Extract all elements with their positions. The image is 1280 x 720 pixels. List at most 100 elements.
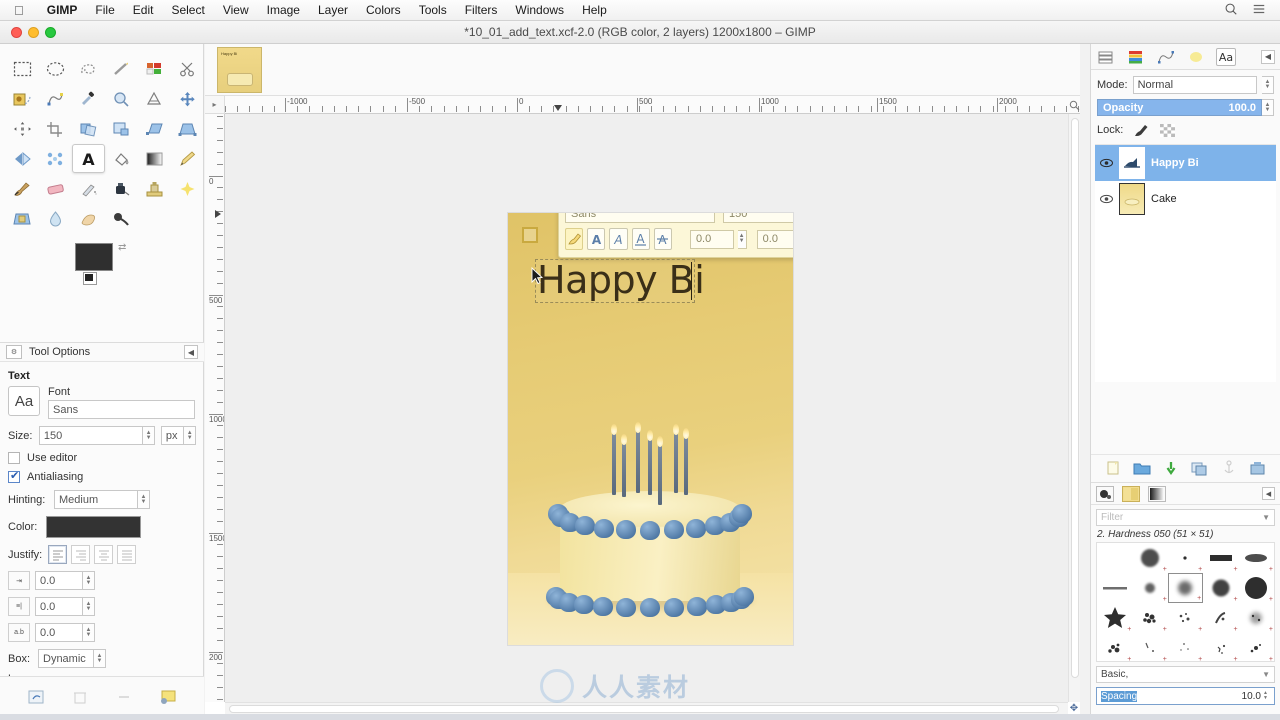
layer-name[interactable]: Cake [1151,193,1177,205]
gradient-tool[interactable] [138,144,171,173]
dodge-burn-tool[interactable] [105,204,138,233]
opacity-stepper[interactable]: ▲ ▼ [1262,99,1274,116]
chevron-down-icon[interactable]: ▼ [1262,670,1270,679]
spacing-stepper[interactable]: ▲ ▼ [1261,691,1270,701]
font-input[interactable]: Sans [48,400,195,419]
zoom-tool[interactable] [105,84,138,113]
heal-tool[interactable] [171,174,204,203]
restore-image-button[interactable] [27,688,45,706]
clone-tool[interactable] [138,174,171,203]
size-unit-select[interactable]: px [160,426,185,445]
use-editor-checkbox[interactable] [8,452,20,464]
patterns-tab[interactable] [1122,485,1140,502]
filter-funnel-icon[interactable]: ▼ [1262,513,1270,522]
lock-alpha-icon[interactable] [1159,123,1175,137]
foreground-color-swatch[interactable] [75,243,113,271]
shear-tool[interactable] [138,114,171,143]
text-editor-tab[interactable]: Aa [1216,47,1236,66]
hinting-select[interactable]: Medium [54,490,138,509]
brush-cell[interactable]: + [1203,633,1238,661]
size-stepper[interactable]: ▲ ▼ [143,426,155,445]
brush-cell[interactable] [1097,573,1132,603]
brush-cell[interactable]: + [1239,543,1274,573]
line-spacing-input[interactable]: 0.0 [35,597,83,616]
justify-fill-button[interactable] [117,545,136,564]
menu-item-view[interactable]: View [214,3,258,17]
menu-item-gimp[interactable]: GIMP [38,3,87,17]
lower-layer-button[interactable] [1162,459,1180,477]
bold-button[interactable]: A [587,228,606,250]
justify-center-button[interactable] [94,545,113,564]
size-input[interactable]: 150 [38,426,144,445]
delete-layer-button[interactable] [1249,459,1267,477]
antialiasing-checkbox[interactable] [8,469,20,483]
right-dock-collapse-button[interactable]: ◀ [1261,49,1275,64]
brush-cell[interactable] [1097,543,1132,573]
flip-tool[interactable] [6,144,39,173]
brush-tag-select[interactable]: Basic, ▼ [1096,666,1275,683]
smudge-tool[interactable] [72,204,105,233]
layer-name[interactable]: Happy Bi [1151,157,1199,169]
clear-style-button[interactable] [565,228,584,250]
paths-tool[interactable] [39,84,72,113]
indent-input[interactable]: 0.0 [35,571,83,590]
layer-mode-stepper[interactable]: ▲ ▼ [1262,76,1274,94]
layer-visibility-toggle[interactable] [1099,194,1113,204]
hinting-stepper[interactable]: ▲ ▼ [138,490,150,509]
menu-list-icon[interactable] [1252,2,1266,19]
letter-spacing-input[interactable]: 0.0 [35,623,83,642]
color-picker-tool[interactable] [72,84,105,113]
brush-cell[interactable]: + [1097,603,1132,633]
image-tab-thumbnail[interactable]: Happy Bi [217,47,262,93]
horizontal-ruler[interactable]: -1000 -500 0 500 1000 1500 2000 [225,96,1080,114]
layer-mode-select[interactable]: Normal [1132,76,1257,94]
brush-cell[interactable]: + [1132,633,1167,661]
brush-cell-selected[interactable]: + [1167,573,1204,603]
brush-cell[interactable]: + [1239,603,1274,633]
apple-logo-icon[interactable]:  [14,4,24,17]
menu-item-filters[interactable]: Filters [456,3,507,17]
text-layer-content[interactable]: Happy Bi [537,257,705,303]
new-layer-group-button[interactable] [1133,459,1151,477]
brush-cell[interactable]: + [1239,573,1274,603]
navigation-preview-button[interactable]: ✥ [1068,702,1080,714]
pencil-tool[interactable] [171,144,204,173]
undo-history-tab[interactable] [1186,48,1206,66]
image-canvas[interactable]: Sans 150 ▲▼ px ▲▼ A A [508,213,793,645]
brush-cell[interactable]: + [1239,633,1274,661]
background-color-swatch[interactable] [83,272,97,285]
tool-options-collapse-button[interactable]: ◀ [184,345,198,359]
line-spacing-stepper[interactable]: ▲ ▼ [83,597,95,616]
scale-tool[interactable] [105,114,138,143]
brush-cell[interactable]: + [1203,573,1238,603]
horizontal-scrollbar-thumb[interactable] [229,705,1059,713]
move-tool[interactable] [171,84,204,113]
free-select-tool[interactable] [72,54,105,83]
anchor-layer-button[interactable] [1220,459,1238,477]
layer-opacity-slider[interactable]: Opacity 100.0 [1097,99,1262,116]
search-icon[interactable] [1224,2,1238,19]
layer-visibility-toggle[interactable] [1099,158,1113,168]
horizontal-scrollbar[interactable] [225,702,1068,714]
perspective-tool[interactable] [171,114,204,143]
duplicate-layer-button[interactable] [1191,459,1209,477]
menu-item-file[interactable]: File [86,3,123,17]
bucket-fill-tool[interactable] [105,144,138,173]
brush-cell[interactable]: + [1203,603,1238,633]
brush-cell[interactable]: + [1168,633,1203,661]
rotate-tool[interactable] [72,114,105,143]
menu-item-select[interactable]: Select [162,3,213,17]
cage-transform-tool[interactable] [39,144,72,173]
brush-cell[interactable]: + [1132,573,1167,603]
baseline-stepper[interactable]: ▲ ▼ [737,229,747,249]
brush-filter-input[interactable]: Filter ▼ [1096,509,1275,526]
brush-cell[interactable]: + [1168,603,1203,633]
crop-tool[interactable] [39,114,72,143]
indent-stepper[interactable]: ▲ ▼ [83,571,95,590]
layer-thumbnail[interactable] [1119,183,1145,215]
foreground-select-tool[interactable] [6,84,39,113]
box-stepper[interactable]: ▲ ▼ [94,649,106,668]
gradients-tab[interactable] [1148,485,1166,502]
brush-spacing-slider[interactable]: Spacing 10.0 ▲ ▼ [1096,687,1275,705]
fuzzy-select-tool[interactable] [105,54,138,83]
